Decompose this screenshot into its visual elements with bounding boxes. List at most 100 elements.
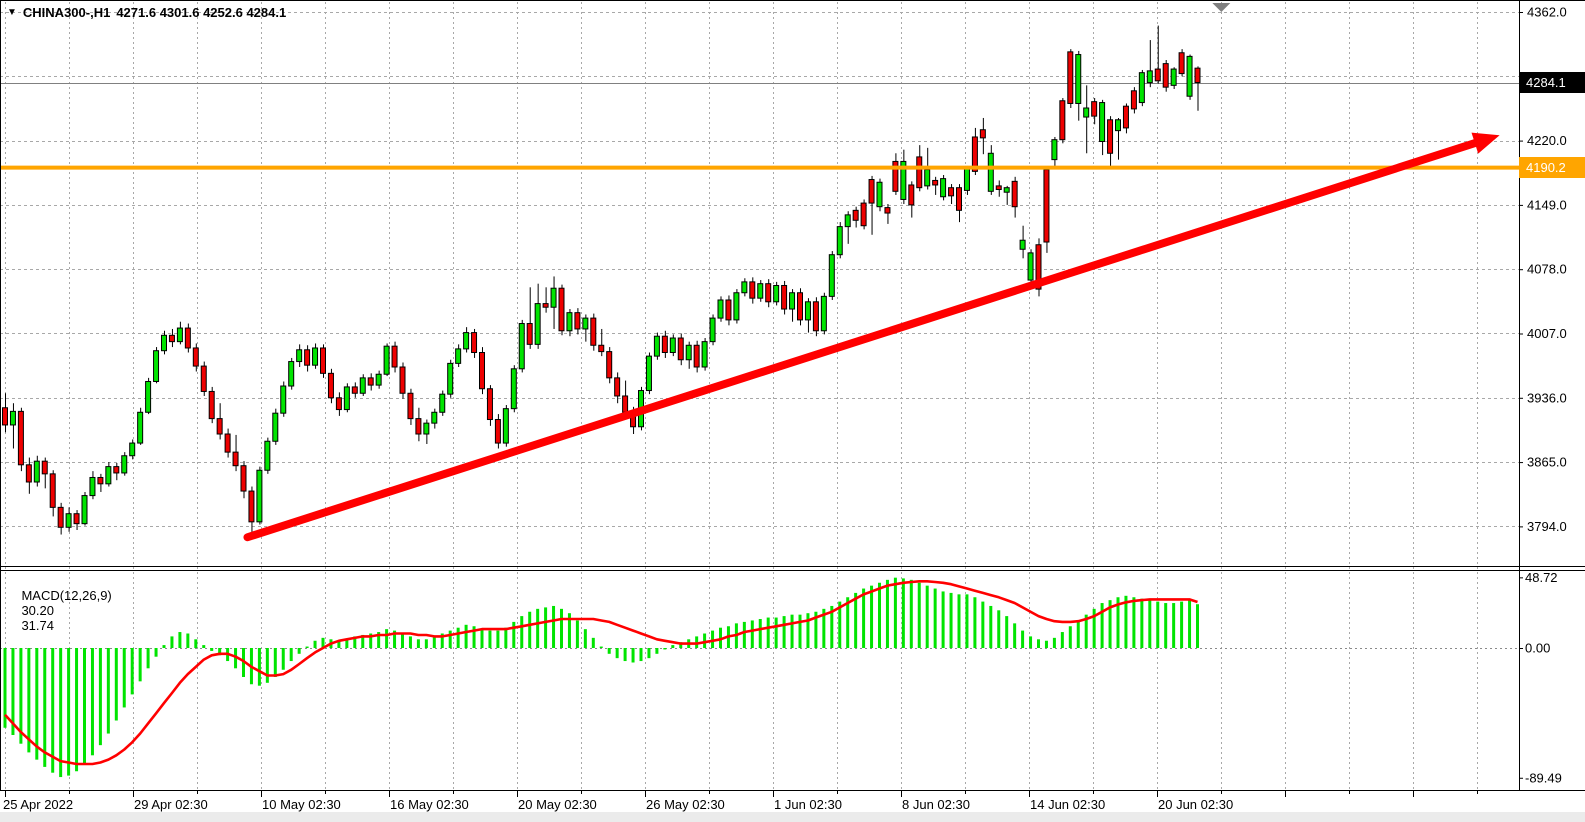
chart-shift-marker-icon[interactable] <box>1212 3 1230 12</box>
candle <box>1187 55 1192 100</box>
candle <box>154 347 159 383</box>
candle <box>352 382 357 397</box>
symbol-timeframe-label: CHINA300-,H1 <box>23 5 110 20</box>
time-tick-label: 1 Jun 02:30 <box>774 797 842 812</box>
candle <box>106 462 111 486</box>
macd-scale[interactable]: 48.720.00-89.49 <box>1519 570 1562 785</box>
candle <box>408 389 413 425</box>
candle <box>941 175 946 200</box>
candle <box>837 222 842 258</box>
macd-tick-label: 48.72 <box>1525 570 1558 585</box>
symbol-dropdown-icon[interactable]: ▼ <box>7 6 17 19</box>
candle <box>686 342 691 369</box>
candle <box>138 408 143 445</box>
candle <box>1052 137 1057 166</box>
candle <box>177 322 182 345</box>
candle <box>321 344 326 378</box>
candle <box>758 280 763 302</box>
candle <box>400 362 405 398</box>
candle <box>559 285 564 336</box>
candle <box>591 314 596 351</box>
candle <box>535 284 540 349</box>
candle <box>702 338 707 371</box>
candle <box>416 408 421 442</box>
panel-borders <box>0 0 1585 791</box>
candle <box>1092 98 1097 124</box>
candle <box>432 409 437 429</box>
candle <box>58 503 63 535</box>
candle <box>472 329 477 358</box>
candle <box>289 358 294 390</box>
candle <box>384 343 389 376</box>
candle <box>487 385 492 426</box>
candle <box>297 344 302 367</box>
candle <box>646 353 651 395</box>
candle <box>257 467 262 525</box>
price-tick-label: 3936.0 <box>1527 390 1567 405</box>
candle <box>670 334 675 356</box>
chart-canvas[interactable]: 4362.04291.04220.04149.04078.04007.03936… <box>0 0 1585 822</box>
price-tick-label: 4007.0 <box>1527 326 1567 341</box>
candle <box>957 184 962 222</box>
time-tick-label: 26 May 02:30 <box>646 797 725 812</box>
candle <box>1060 98 1065 143</box>
chart-window: ▼ CHINA300-,H1 4271.6 4301.6 4252.6 4284… <box>0 0 1585 822</box>
candle <box>185 324 190 353</box>
candle <box>1108 116 1113 168</box>
candle <box>368 373 373 390</box>
candle <box>607 347 612 383</box>
candle <box>853 207 858 228</box>
candle <box>726 295 731 325</box>
candle <box>464 327 469 352</box>
candle <box>1179 49 1184 76</box>
candle <box>662 331 667 358</box>
candle <box>74 510 79 530</box>
candle <box>813 297 818 336</box>
time-scale[interactable]: 25 Apr 202229 Apr 02:3010 May 02:3016 Ma… <box>3 790 1478 812</box>
candle <box>1155 26 1160 84</box>
macd-tick-label: 0.00 <box>1525 641 1550 656</box>
candle <box>162 331 167 355</box>
candle <box>519 320 524 373</box>
candle <box>1076 51 1081 121</box>
candle <box>766 279 771 307</box>
indicator-label: MACD(12,26,9) 30.20 31.74 <box>7 573 115 648</box>
candle <box>114 463 119 480</box>
macd-signal-line <box>5 581 1198 764</box>
candle <box>42 458 47 489</box>
candle <box>448 360 453 398</box>
macd-value: 30.20 <box>21 603 54 618</box>
candle <box>877 179 882 212</box>
candle <box>1084 85 1089 153</box>
candle <box>790 289 795 322</box>
candle <box>798 288 803 325</box>
candle <box>10 403 15 448</box>
time-tick-label: 16 May 02:30 <box>390 797 469 812</box>
time-tick-label: 20 May 02:30 <box>518 797 597 812</box>
candle <box>1028 249 1033 285</box>
candle <box>678 333 683 365</box>
candle <box>734 289 739 323</box>
candle <box>233 435 238 471</box>
candle <box>360 374 365 396</box>
candle <box>583 314 588 341</box>
candle <box>829 251 834 300</box>
candle <box>313 343 318 368</box>
bottom-strip <box>0 812 1585 822</box>
candle <box>782 281 787 315</box>
candle <box>718 296 723 321</box>
candle <box>1004 186 1009 205</box>
candle <box>909 181 914 217</box>
candle <box>1116 118 1121 160</box>
time-tick-label: 20 Jun 02:30 <box>1158 797 1233 812</box>
time-tick-label: 29 Apr 02:30 <box>134 797 208 812</box>
candle <box>1044 168 1049 253</box>
candle <box>328 369 333 403</box>
hline-price-box[interactable]: 4190.2 <box>1519 157 1585 178</box>
candle <box>1020 226 1025 259</box>
candle <box>861 199 866 229</box>
price-tick-label: 4078.0 <box>1527 262 1567 277</box>
candle <box>654 333 659 360</box>
candle <box>988 145 993 195</box>
candle <box>456 344 461 367</box>
